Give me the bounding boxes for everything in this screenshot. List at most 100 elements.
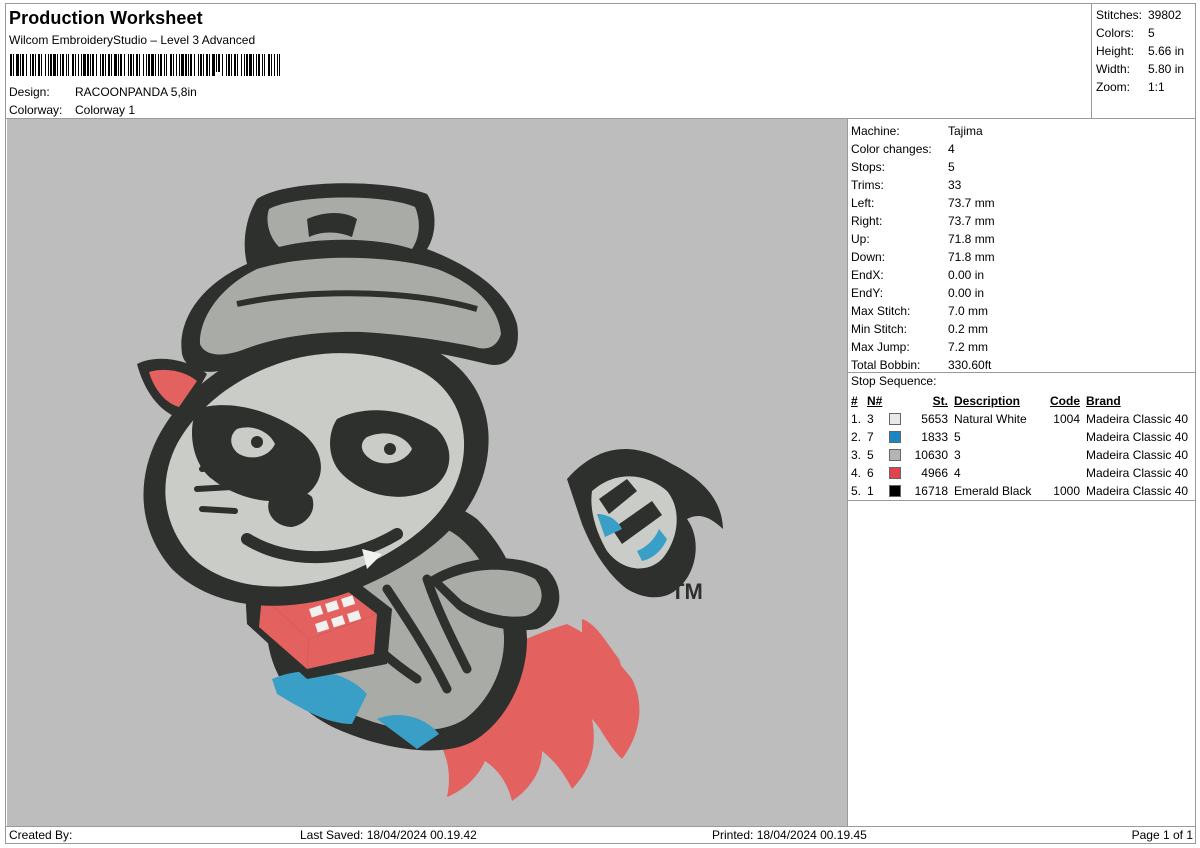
stat-row: Stitches: 39802 [1096, 6, 1196, 24]
embroidery-artwork: TM [137, 183, 723, 801]
barcode-bar [231, 54, 232, 76]
barcode-bar [83, 54, 86, 76]
colorway-label: Colorway: [9, 103, 63, 117]
barcode-bar [100, 54, 101, 76]
stitch-count: 16718 [914, 484, 948, 498]
needle-number: 6 [867, 466, 874, 480]
stat-row: Colors: 5 [1096, 24, 1196, 42]
barcode-bar [212, 54, 215, 76]
stat-value: 1:1 [1148, 80, 1165, 94]
barcode-bar [253, 54, 254, 76]
barcode-bar [75, 54, 76, 76]
machine-info-row: Max Jump: 7.2 mm [851, 338, 988, 356]
stat-row: Height: 5.66 in [1096, 42, 1196, 60]
machine-info-label: Max Jump: [851, 340, 910, 354]
needle-number: 3 [867, 412, 874, 426]
machine-info-label: EndX: [851, 268, 884, 282]
machine-info-value: 0.2 mm [948, 322, 989, 336]
barcode-bar [176, 54, 177, 76]
barcode-bar [155, 54, 156, 76]
stitch-count: 1833 [921, 430, 948, 444]
machine-info-label: Stops: [851, 160, 886, 174]
machine-info-label: Up: [851, 232, 870, 246]
stat-value: 5 [1148, 26, 1155, 40]
machine-info-value: 71.8 mm [948, 232, 995, 246]
machine-info-value: 73.7 mm [948, 214, 995, 228]
barcode-bar [188, 54, 189, 76]
machine-info-row: Color changes: 4 [851, 140, 955, 158]
stop-sequence-row: 4. 6 4966 4 Madeira Classic 40 [848, 464, 1196, 482]
stat-label: Height: [1096, 44, 1135, 58]
barcode-bar [179, 54, 180, 76]
barcode-bar [158, 54, 159, 76]
thread-brand: Madeira Classic 40 [1086, 412, 1189, 426]
design-preview: TM [7, 119, 848, 826]
barcode-bar [256, 54, 257, 76]
barcode-bar [200, 54, 202, 76]
machine-info-value: 33 [948, 178, 962, 192]
machine-info-row: Machine: Tajima [851, 122, 983, 140]
barcode-bar [41, 54, 42, 76]
barcode-bar [166, 54, 167, 76]
worksheet-header: Production Worksheet Wilcom EmbroiderySt… [6, 4, 1091, 118]
thread-brand: Madeira Classic 40 [1086, 448, 1189, 462]
barcode-bar [198, 54, 199, 76]
stitch-count: 5653 [921, 412, 948, 426]
barcode-bar [170, 54, 172, 76]
colorway-row: Colorway: Colorway 1 [9, 103, 135, 117]
color-swatch [889, 467, 901, 479]
barcode-bar [78, 54, 79, 76]
design-value: RACOONPANDA 5,8in [75, 85, 197, 99]
machine-info-row: Down: 71.8 mm [851, 248, 995, 266]
barcode-bar [130, 54, 132, 76]
barcode-bar [206, 54, 208, 76]
col-num: # [851, 394, 858, 408]
production-worksheet: Production Worksheet Wilcom EmbroiderySt… [5, 3, 1196, 844]
stop-sequence-header: # N# St. Description Code Brand [848, 392, 1196, 410]
barcode-bar [120, 54, 122, 76]
barcode-bar [228, 54, 230, 76]
barcode-bar [60, 54, 61, 76]
stat-label: Zoom: [1096, 80, 1131, 94]
barcode-bar [96, 54, 97, 76]
row-number: 1. [851, 412, 862, 426]
stop-sequence-row: 2. 7 1833 5 Madeira Classic 40 [848, 428, 1196, 446]
row-number: 5. [851, 484, 862, 498]
barcode-bar [268, 54, 270, 76]
barcode-bar [10, 54, 12, 76]
machine-info-label: Machine: [851, 124, 900, 138]
color-swatch [889, 413, 901, 425]
machine-info-value: 7.0 mm [948, 304, 989, 318]
barcode-bar [262, 54, 263, 76]
thread-brand: Madeira Classic 40 [1086, 484, 1189, 498]
barcode-bar [136, 54, 138, 76]
barcode-bar [13, 54, 14, 76]
barcode-bar [277, 54, 278, 76]
barcode-bar [222, 54, 223, 76]
stat-value: 39802 [1148, 8, 1182, 22]
barcode-bar [279, 54, 280, 76]
stat-label: Stitches: [1096, 8, 1143, 22]
barcode-bar [90, 54, 91, 76]
needle-number: 5 [867, 448, 874, 462]
software-name: Wilcom EmbroideryStudio – Level 3 Advanc… [9, 33, 256, 47]
barcode-bar [274, 54, 275, 76]
needle-number: 1 [867, 484, 874, 498]
machine-info-label: Left: [851, 196, 875, 210]
thread-code: 1000 [1053, 484, 1080, 498]
barcode-bar [118, 54, 119, 76]
divider [848, 372, 1196, 373]
machine-info-panel: Machine: Tajima Color changes: 4 Stops: 5 Trim… [848, 119, 1196, 826]
barcode-bar [111, 54, 112, 76]
design-stats: Stitches: 39802 Colors: 5 Height: 5.66 in W… [1091, 4, 1196, 118]
barcode-bar [194, 54, 195, 76]
barcode-bar [218, 54, 220, 72]
barcode-bar [53, 54, 56, 76]
barcode-bar [258, 54, 260, 76]
machine-info-row: Trims: 33 [851, 176, 961, 194]
col-brand: Brand [1086, 394, 1121, 408]
machine-info-label: Color changes: [851, 142, 932, 156]
created-by: Created By: [9, 828, 73, 842]
thread-brand: Madeira Classic 40 [1086, 466, 1189, 480]
machine-info-label: Max Stitch: [851, 304, 911, 318]
